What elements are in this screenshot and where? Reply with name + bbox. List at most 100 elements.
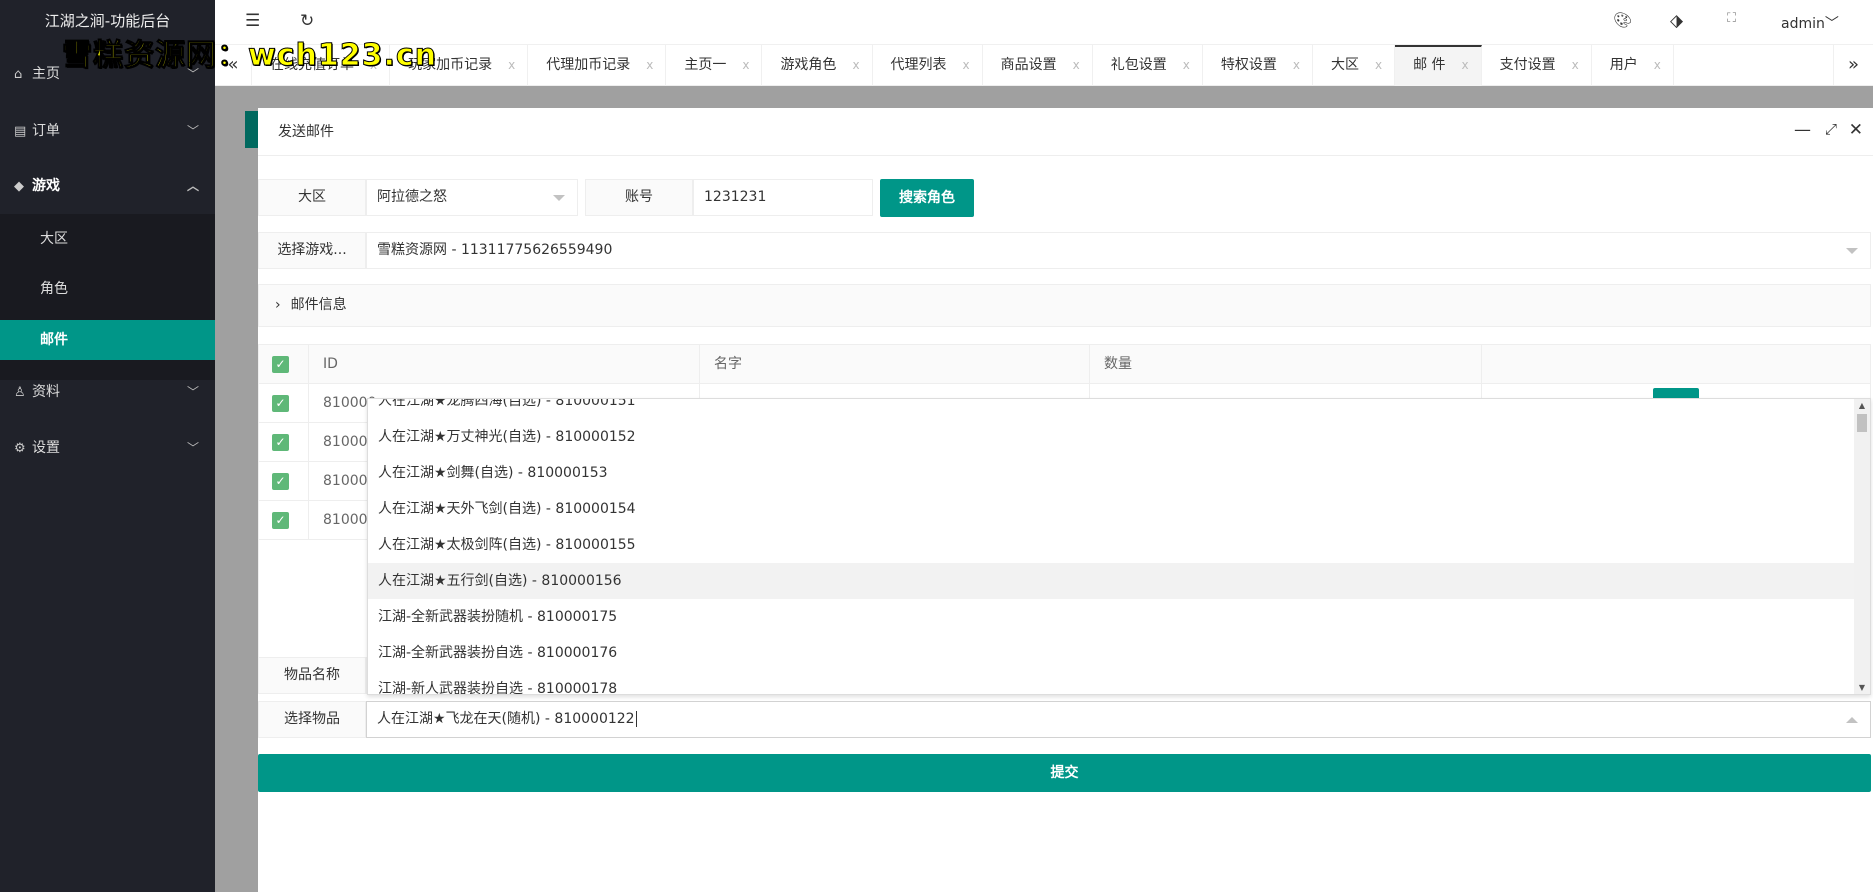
dropdown-option[interactable]: 江湖-全新武器装扮自选 - 810000176 [368, 635, 1870, 671]
sidebar-subitem-role[interactable]: 角色 [0, 269, 215, 309]
tab-label: 大区 [1330, 57, 1359, 73]
tab-close-icon[interactable]: x [1073, 58, 1080, 72]
sidebar-item-game[interactable]: ◆ 游戏 ︿ [0, 164, 215, 208]
tab-item[interactable]: 主页一 x [666, 45, 763, 86]
tab-item[interactable]: 支付设置 x [1482, 45, 1592, 86]
tab-item[interactable]: 代理列表 x [873, 45, 983, 86]
tab-label: 主页一 [684, 57, 727, 73]
tab-label: 支付设置 [1499, 57, 1556, 73]
region-account-row: 大区 阿拉德之怒 账号 1231231 搜索角色 [258, 179, 974, 217]
tab-label: 代理列表 [890, 57, 947, 73]
row-checkbox[interactable]: ✓ [259, 501, 309, 539]
column-header-actions [1482, 345, 1870, 383]
submit-button[interactable]: 提交 [258, 754, 1871, 792]
scrollbar-thumb[interactable] [1857, 414, 1867, 432]
dropdown-option[interactable]: 江湖-新人武器装扮自选 - 810000178 [368, 671, 1870, 694]
dropdown-option[interactable]: 人在江湖★五行剑(自选) - 810000156 [368, 563, 1870, 599]
account-label: 账号 [585, 179, 693, 216]
sidebar-item-settings[interactable]: ⚙ 设置 ﹀ [0, 426, 215, 470]
region-label: 大区 [258, 179, 366, 216]
chevron-up-icon: ︿ [186, 179, 199, 193]
tab-close-icon[interactable]: x [1572, 58, 1579, 72]
sidebar-subitem-mail[interactable]: 邮件 [0, 320, 215, 360]
item-name-label: 物品名称 [258, 657, 366, 694]
tab-close-icon[interactable]: x [1375, 58, 1382, 72]
mail-info-title: 邮件信息 [290, 297, 347, 313]
top-bar: ☰ ↻ 🎨︎ ⬗ ⛶ admin﹀ [215, 0, 1873, 45]
row-checkbox[interactable]: ✓ [259, 462, 309, 500]
sidebar: 江湖之涧-功能后台 ⌂ 主页 ﹀ ▤ 订单 ﹀ ◆ 游戏 ︿ 大区 角色 邮件 ♙ 资料 ﹀ ⚙… [0, 0, 215, 892]
clipboard-icon: ▤ [14, 124, 27, 139]
collapse-menu-icon[interactable]: ☰ [245, 11, 260, 31]
dropdown-option[interactable]: 人在江湖★剑舞(自选) - 810000153 [368, 455, 1870, 491]
tab-close-icon[interactable]: x [963, 58, 970, 72]
dropdown-scrollbar[interactable]: ▲ ▼ [1854, 399, 1870, 694]
column-header-quantity: 数量 [1090, 345, 1482, 383]
tab-label: 礼包设置 [1110, 57, 1167, 73]
item-options-dropdown: 人在江湖★龙腾四海(自选) - 810000151 人在江湖★万丈神光(自选) -… [367, 398, 1871, 695]
dropdown-option[interactable]: 人在江湖★太极剑阵(自选) - 810000155 [368, 527, 1870, 563]
tab-item[interactable]: 大区 x [1313, 45, 1396, 86]
scroll-down-arrow-icon[interactable]: ▼ [1854, 683, 1870, 692]
tab-item[interactable]: 商品设置 x [983, 45, 1093, 86]
dropdown-option[interactable]: 江湖-全新武器装扮随机 - 810000175 [368, 599, 1870, 635]
check-icon: ✓ [272, 434, 289, 451]
tab-label: 代理加币记录 [546, 57, 631, 73]
tab-item[interactable]: 邮 件x [1395, 45, 1482, 86]
scroll-up-arrow-icon[interactable]: ▲ [1854, 401, 1870, 410]
tab-close-icon[interactable]: x [742, 58, 749, 72]
sidebar-item-profile[interactable]: ♙ 资料 ﹀ [0, 370, 215, 414]
maximize-icon[interactable]: ⤢ [1825, 120, 1837, 138]
dropdown-option[interactable]: 人在江湖★万丈神光(自选) - 810000152 [368, 419, 1870, 455]
caret-down-icon [553, 195, 565, 207]
column-header-name: 名字 [700, 345, 1090, 383]
username: admin [1781, 16, 1825, 32]
dropdown-option[interactable]: 人在江湖★龙腾四海(自选) - 810000151 [368, 399, 1870, 419]
tab-close-icon[interactable]: x [508, 58, 515, 72]
tab-item[interactable]: 特权设置 x [1203, 45, 1313, 86]
tab-close-icon[interactable]: x [1654, 58, 1661, 72]
modal-title: 发送邮件 [258, 108, 1873, 156]
tab-close-icon[interactable]: x [852, 58, 859, 72]
select-item-input[interactable]: 人在江湖★飞龙在天(随机) - 810000122​ [366, 701, 1871, 738]
sidebar-item-label: 订单 [32, 123, 60, 139]
row-checkbox[interactable]: ✓ [259, 423, 309, 461]
role-select[interactable]: 雪糕资源网 - 11311775626559490 [366, 232, 1871, 269]
role-row: 选择游戏... 雪糕资源网 - 11311775626559490 [258, 232, 1871, 269]
tab-close-icon[interactable]: x [646, 58, 653, 72]
tab-item[interactable]: 代理加币记录 x [528, 45, 667, 86]
mail-info-collapse[interactable]: › 邮件信息 [258, 284, 1871, 327]
sidebar-subitem-region[interactable]: 大区 [0, 219, 215, 259]
select-all-checkbox[interactable]: ✓ [259, 345, 309, 383]
minimize-icon[interactable]: — [1794, 120, 1811, 140]
user-menu[interactable]: admin﹀ [1781, 13, 1839, 33]
tab-close-icon[interactable]: x [1183, 58, 1190, 72]
caret-up-icon [1846, 711, 1858, 723]
tag-icon[interactable]: ⬗ [1670, 11, 1683, 31]
fullscreen-icon[interactable]: ⛶ [1727, 11, 1736, 26]
check-icon: ✓ [272, 473, 289, 490]
search-role-button[interactable]: 搜索角色 [880, 179, 974, 217]
tab-item[interactable]: 游戏角色 x [762, 45, 873, 86]
tab-label: 游戏角色 [780, 57, 837, 73]
chevron-down-icon: ﹀ [186, 124, 199, 138]
region-select[interactable]: 阿拉德之怒 [366, 179, 578, 216]
row-checkbox[interactable]: ✓ [259, 384, 309, 422]
dropdown-option[interactable]: 人在江湖★天外飞剑(自选) - 810000154 [368, 491, 1870, 527]
tab-list: 在线充值订单 x 玩家加币记录 x 代理加币记录 x 主页一 x 游戏角色 x 代理列表 x 商品设置 x… [252, 45, 1833, 86]
game-submenu: 大区 角色 邮件 [0, 214, 215, 380]
sidebar-item-orders[interactable]: ▤ 订单 ﹀ [0, 109, 215, 153]
tab-item[interactable]: 礼包设置 x [1093, 45, 1203, 86]
tabs-scroll-right-button[interactable]: » [1833, 45, 1873, 85]
close-icon[interactable]: ✕ [1849, 120, 1863, 140]
theme-palette-icon[interactable]: 🎨︎ [1613, 11, 1632, 29]
refresh-icon[interactable]: ↻ [300, 11, 314, 31]
tab-item[interactable]: 用户 x [1592, 45, 1674, 86]
tab-close-icon[interactable]: x [1293, 58, 1300, 72]
role-label: 选择游戏... [258, 232, 366, 269]
tab-label: 用户 [1609, 57, 1638, 73]
tab-close-icon[interactable]: x [1462, 58, 1469, 72]
account-input[interactable]: 1231231 [693, 179, 873, 216]
tab-label: 特权设置 [1220, 57, 1277, 73]
check-icon: ✓ [272, 395, 289, 412]
